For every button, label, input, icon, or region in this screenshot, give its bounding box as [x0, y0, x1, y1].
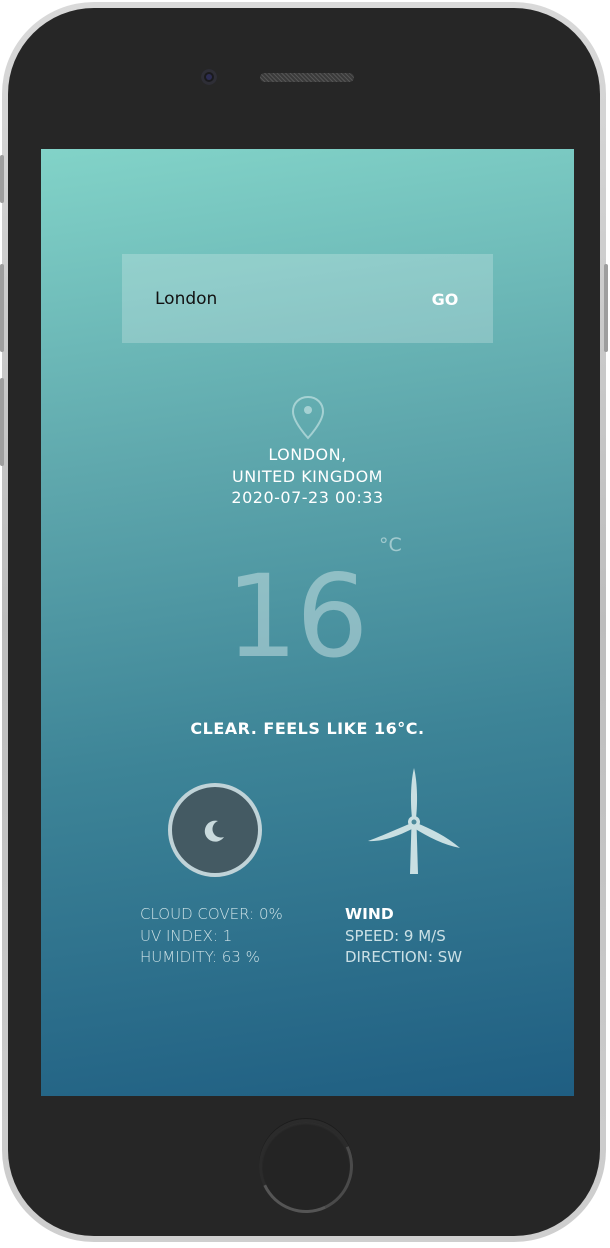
city-search-input[interactable]: [155, 287, 405, 311]
silent-switch: [0, 155, 4, 203]
temperature-value: 16: [225, 550, 368, 683]
location-datetime: 2020-07-23 00:33: [231, 488, 384, 507]
wind-turbine-icon: [368, 768, 460, 874]
moon-icon: [168, 783, 262, 877]
home-button[interactable]: [259, 1119, 353, 1213]
uv-index-text: UV INDEX: 1: [140, 926, 233, 945]
conditions-stats: CLOUD COVER: 0% UV INDEX: 1 HUMIDITY: 63…: [140, 904, 283, 969]
cloud-cover-text: CLOUD COVER: 0%: [140, 905, 283, 923]
temperature-unit: °C: [379, 534, 402, 556]
weather-description: CLEAR. FEELS LIKE 16°C.: [190, 719, 425, 738]
location-pin-icon: [291, 395, 325, 440]
app-screen: GO LONDON, UNITED KINGDOM 2020-07-23 00:…: [41, 149, 574, 1096]
volume-up-button: [0, 264, 4, 352]
location-block: LONDON, UNITED KINGDOM 2020-07-23 00:33: [41, 444, 574, 509]
wind-title: WIND: [345, 905, 394, 923]
wind-direction-text: DIRECTION: SW: [345, 948, 463, 966]
wind-stats: WIND SPEED: 9 M/S DIRECTION: SW: [345, 904, 462, 969]
location-city: LONDON,: [268, 445, 347, 464]
front-camera: [201, 69, 217, 85]
go-button[interactable]: GO: [422, 282, 468, 316]
power-button: [604, 264, 608, 352]
humidity-text: HUMIDITY: 63 %: [140, 948, 260, 966]
wind-speed-text: SPEED: 9 M/S: [345, 926, 446, 945]
search-bar: GO: [122, 254, 493, 343]
location-country: UNITED KINGDOM: [232, 466, 383, 486]
volume-down-button: [0, 378, 4, 466]
phone-frame: GO LONDON, UNITED KINGDOM 2020-07-23 00:…: [0, 2, 608, 1242]
earpiece-speaker: [260, 73, 354, 82]
